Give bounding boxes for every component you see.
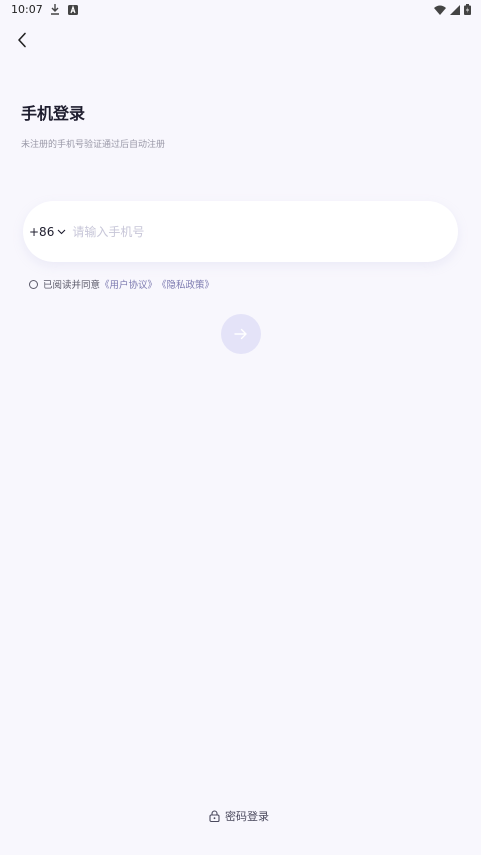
- status-bar: 10:07: [0, 0, 481, 20]
- agreement-checkbox[interactable]: [29, 279, 38, 289]
- login-screen: 10:07 手机登录 未注册的手机号验证通过后自动注册 +86 请输入手机号 已…: [0, 0, 481, 855]
- agreement-row: 已阅读并同意 《用户协议》 《隐私政策》: [29, 277, 214, 291]
- country-code-label: +86: [29, 224, 55, 239]
- page-title: 手机登录: [21, 104, 86, 123]
- page-subtitle: 未注册的手机号验证通过后自动注册: [21, 140, 166, 150]
- chevron-left-icon: [18, 32, 26, 48]
- status-notifications: [50, 4, 78, 15]
- password-login-button[interactable]: 密码登录: [209, 808, 269, 824]
- signal-icon: [450, 4, 460, 15]
- arrow-right-icon: [234, 328, 247, 340]
- lock-icon: [209, 810, 220, 822]
- back-button[interactable]: [10, 28, 34, 52]
- phone-number-input[interactable]: [72, 224, 413, 239]
- battery-icon: [464, 4, 471, 15]
- country-code-selector[interactable]: +86: [29, 225, 66, 239]
- chevron-down-icon: [57, 229, 66, 234]
- download-icon: [51, 4, 59, 15]
- privacy-policy-link[interactable]: 《隐私政策》: [157, 277, 214, 291]
- next-button[interactable]: [221, 314, 261, 354]
- phone-input-container: +86: [23, 201, 458, 262]
- password-login-label: 密码登录: [225, 810, 269, 823]
- wifi-icon: [434, 5, 446, 15]
- app-notification-icon: [68, 4, 78, 15]
- status-time: 10:07: [11, 3, 43, 16]
- status-system: [434, 4, 471, 15]
- agreement-text: 已阅读并同意: [43, 280, 101, 291]
- user-agreement-link[interactable]: 《用户协议》: [100, 277, 157, 291]
